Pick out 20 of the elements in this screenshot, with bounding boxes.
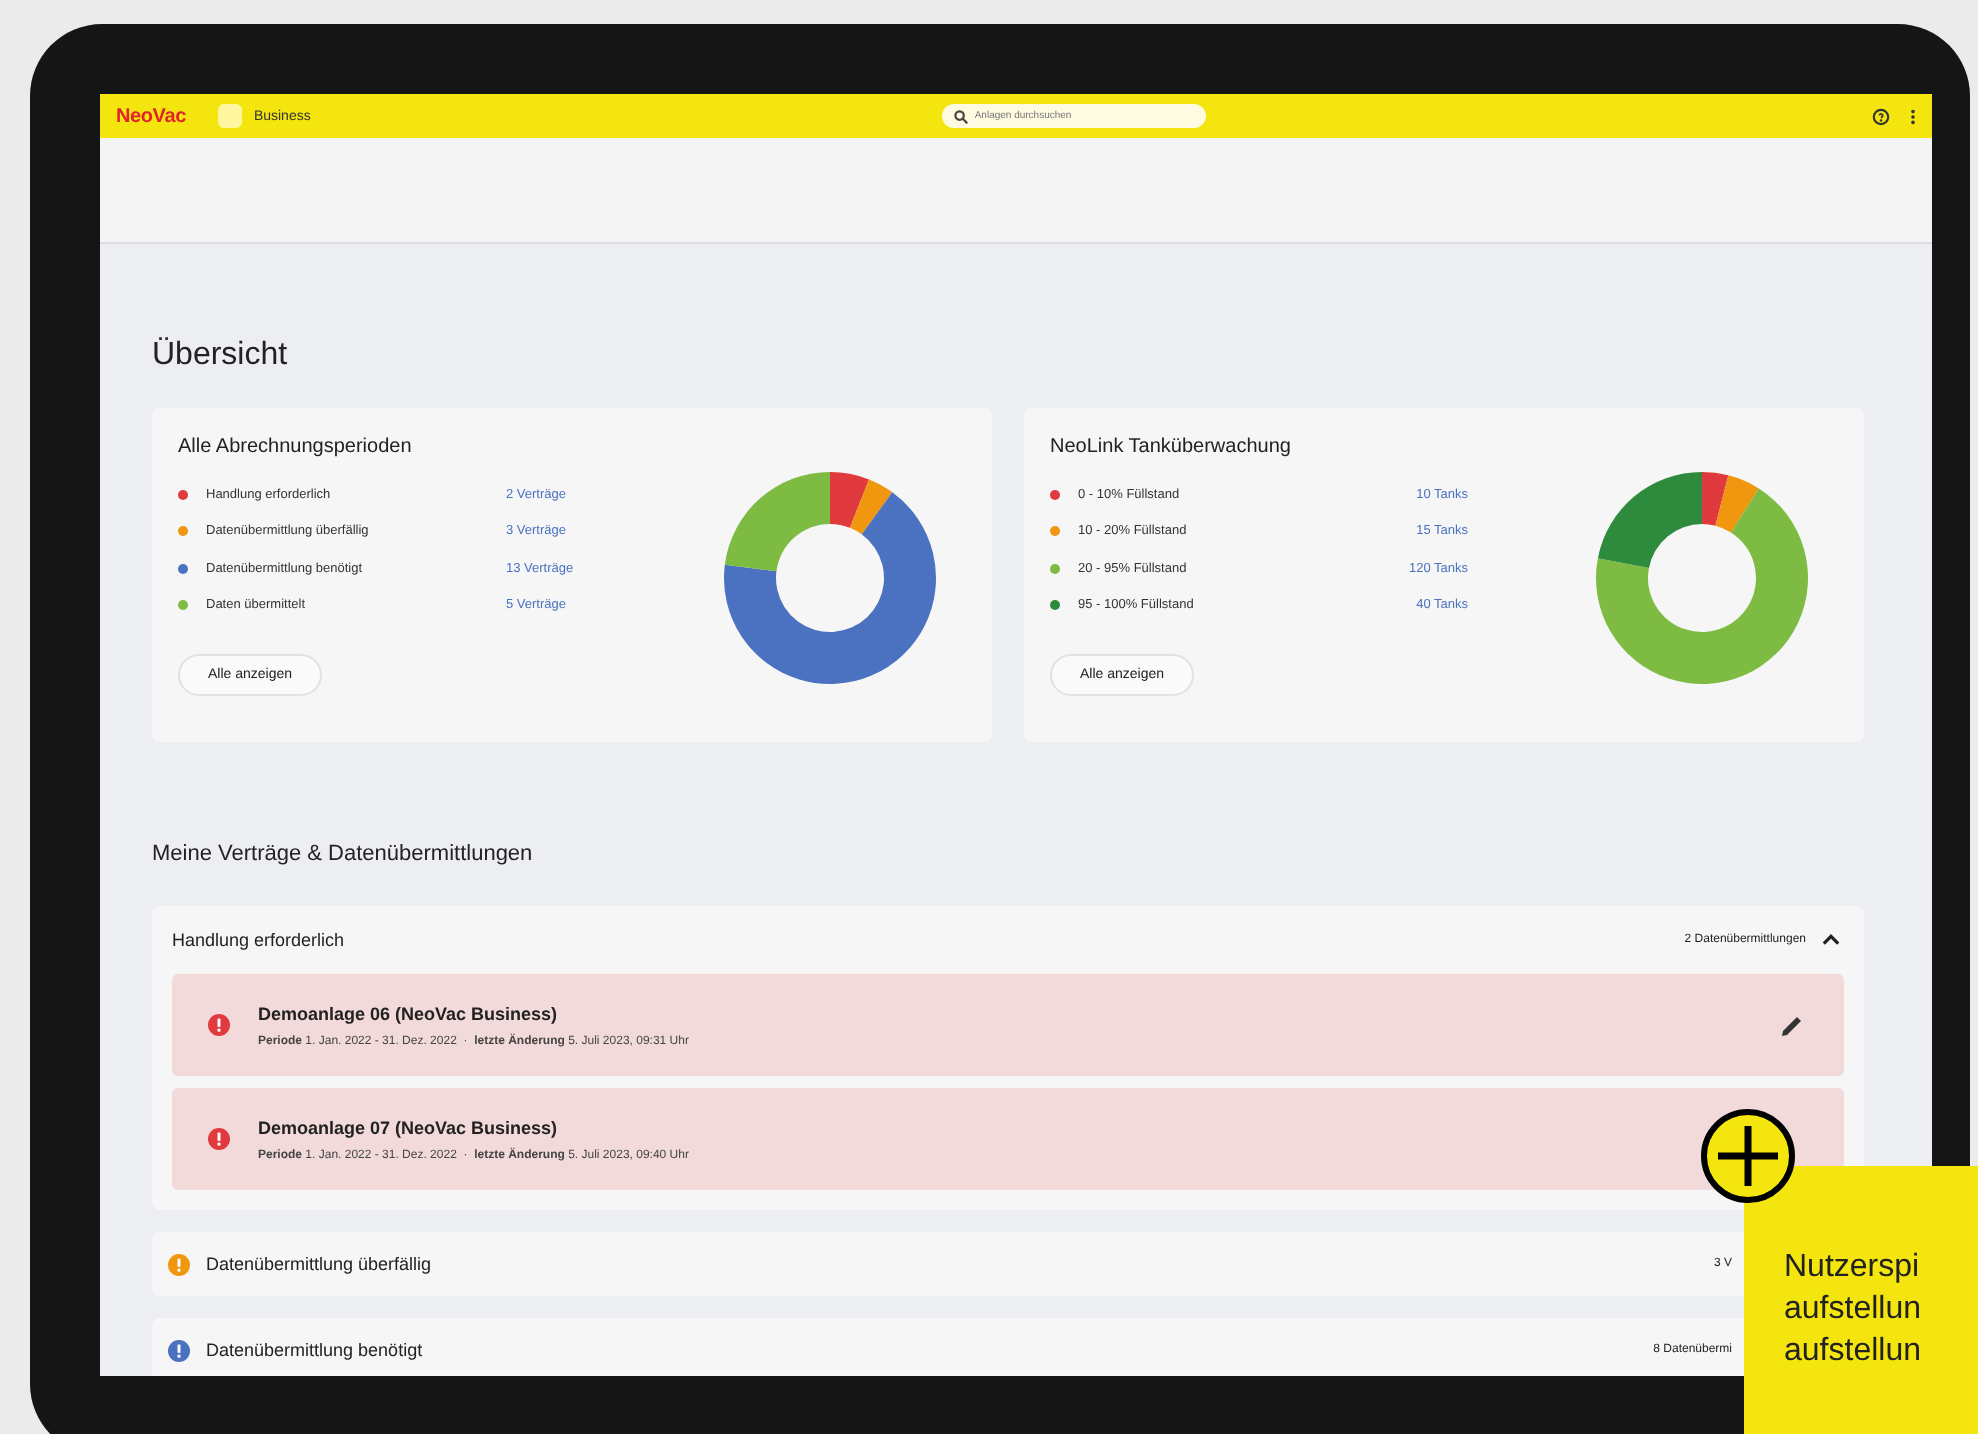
contract-title: Demoanlage 06 (NeoVac Business) bbox=[258, 1003, 560, 1023]
search-icon bbox=[954, 109, 969, 123]
contract-title: Demoanlage 07 (NeoVac Business) bbox=[258, 1117, 560, 1137]
promo-text: Nutzerspi bbox=[1784, 1248, 1922, 1288]
pencil-icon[interactable] bbox=[1780, 1013, 1804, 1037]
logo[interactable]: NeoVac bbox=[116, 105, 186, 127]
promo-text: aufstellun bbox=[1784, 1290, 1923, 1330]
more-icon[interactable] bbox=[1910, 107, 1916, 125]
promo-text: aufstellun bbox=[1784, 1332, 1923, 1372]
help-icon[interactable] bbox=[1872, 107, 1890, 125]
group-title: Datenübermittlung überfällig bbox=[206, 1254, 432, 1274]
page-title: Übersicht bbox=[152, 338, 290, 374]
group-title: Datenübermittlung benötigt bbox=[206, 1340, 423, 1360]
plus-icon[interactable] bbox=[1700, 1108, 1796, 1204]
app-switch-icon[interactable] bbox=[217, 104, 242, 128]
section-title: Meine Verträge & Datenübermittlungen bbox=[152, 842, 535, 866]
card-title: Alle Abrechnungsperioden bbox=[178, 436, 414, 458]
card-title: NeoLink Tanküberwachung bbox=[1050, 436, 1293, 458]
group-title: Handlung erforderlich bbox=[172, 930, 345, 950]
chevron-up-icon[interactable] bbox=[1822, 934, 1840, 946]
